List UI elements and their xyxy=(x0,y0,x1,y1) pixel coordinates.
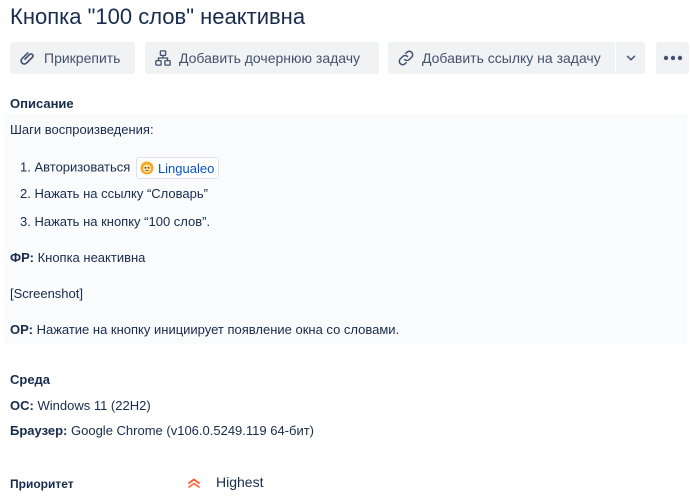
os-label: ОС: xyxy=(10,398,34,413)
lingualeo-favicon-icon xyxy=(140,161,154,175)
environment-heading: Среда xyxy=(10,372,51,387)
screenshot-placeholder: [Screenshot] xyxy=(10,286,83,301)
step-number: 3. xyxy=(20,214,31,229)
chevron-down-icon xyxy=(624,51,638,65)
actual-result-label: ФР: xyxy=(10,250,34,265)
step-number: 2. xyxy=(20,186,31,201)
more-icon xyxy=(663,55,683,61)
list-item: 1. Авторизоваться Lingualeo xyxy=(20,157,220,179)
step-text: Нажать на ссылку “Словарь” xyxy=(34,186,208,201)
link-issue-button[interactable]: Добавить ссылку на задачу xyxy=(388,42,615,74)
highest-priority-icon xyxy=(186,474,202,490)
hierarchy-icon xyxy=(153,48,173,68)
expected-result-text: Нажатие на кнопку инициирует появление о… xyxy=(36,322,400,337)
actual-result: ФР: Кнопка неактивна xyxy=(10,250,145,265)
priority-value: Highest xyxy=(216,474,264,490)
priority-label: Приоритет xyxy=(10,477,74,491)
expected-result-label: ОР: xyxy=(10,322,33,337)
add-link-label: Добавить ссылку на задачу xyxy=(422,50,601,66)
step-number: 1. xyxy=(20,159,31,175)
step-text: Нажать на кнопку “100 слов”. xyxy=(34,214,211,229)
actual-result-text: Кнопка неактивна xyxy=(37,250,146,265)
priority-field[interactable]: Highest xyxy=(186,474,263,490)
attach-button[interactable]: Прикрепить xyxy=(10,42,135,74)
issue-title[interactable]: Кнопка "100 слов" неактивна xyxy=(10,4,305,30)
link-options-dropdown[interactable] xyxy=(616,42,645,74)
steps-intro: Шаги воспроизведения: xyxy=(10,122,154,137)
lingualeo-smart-link[interactable]: Lingualeo xyxy=(135,157,220,179)
paperclip-icon xyxy=(18,48,38,68)
smart-link-label: Lingualeo xyxy=(157,160,215,176)
description-body[interactable] xyxy=(4,114,687,344)
link-icon xyxy=(396,48,416,68)
environment-os[interactable]: ОС: Windows 11 (22H2) xyxy=(10,398,151,413)
expected-result: ОР: Нажатие на кнопку инициирует появлен… xyxy=(10,322,399,337)
browser-value: Google Chrome (v106.0.5249.119 64-бит) xyxy=(71,423,315,438)
attach-label: Прикрепить xyxy=(44,50,121,66)
list-item: 2. Нажать на ссылку “Словарь” xyxy=(20,186,208,201)
step-text: Авторизоваться xyxy=(34,159,131,175)
environment-browser[interactable]: Браузер: Google Chrome (v106.0.5249.119 … xyxy=(10,423,314,438)
browser-label: Браузер: xyxy=(10,423,68,438)
os-value: Windows 11 (22H2) xyxy=(37,398,151,413)
description-heading: Описание xyxy=(10,96,74,111)
more-actions-button[interactable] xyxy=(656,42,689,74)
add-child-issue-button[interactable]: Добавить дочернюю задачу xyxy=(145,42,379,74)
list-item: 3. Нажать на кнопку “100 слов”. xyxy=(20,214,210,229)
add-child-label: Добавить дочернюю задачу xyxy=(179,50,361,66)
